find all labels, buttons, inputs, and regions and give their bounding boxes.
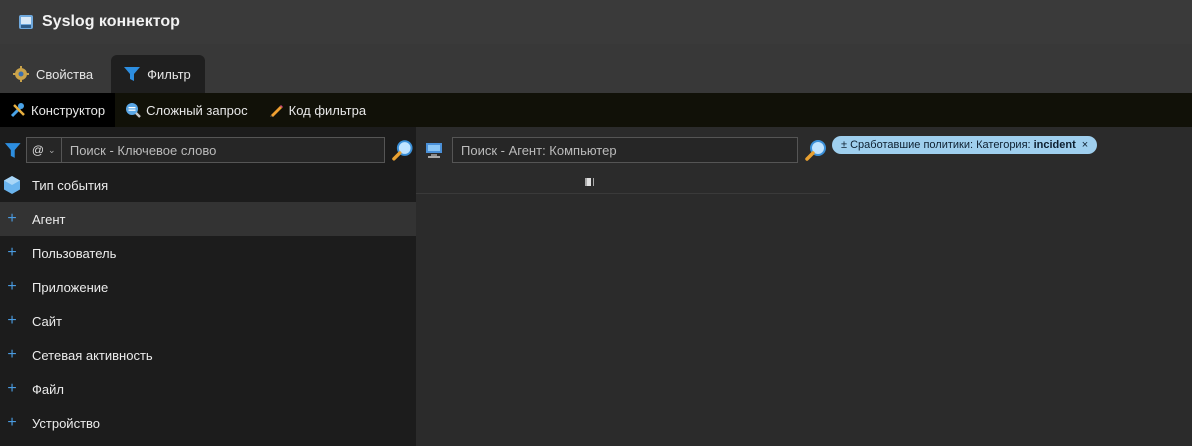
filter-code-button[interactable]: Код фильтра	[258, 93, 376, 127]
agent-search-row: Поиск - Агент: Компьютер	[416, 135, 830, 165]
tab-label: Фильтр	[147, 66, 191, 82]
plus-icon[interactable]: +	[2, 210, 22, 228]
pencil-icon	[269, 105, 283, 117]
log-app-icon	[19, 15, 33, 29]
funnel-icon	[124, 67, 141, 81]
window-title: Syslog коннектор	[42, 13, 180, 30]
tree-item-user[interactable]: + Пользователь	[0, 236, 416, 270]
tree-item-label: Устройство	[32, 415, 101, 431]
tree-item-agent[interactable]: + Агент	[0, 202, 416, 236]
tree-item-label: Тип события	[32, 177, 109, 193]
tree-item-label: Пользователь	[32, 245, 117, 261]
tree-item-event-type[interactable]: Тип события	[0, 168, 416, 202]
plus-icon[interactable]: +	[2, 414, 22, 432]
filter-chip-value: incident	[1033, 139, 1076, 151]
tree-item-device[interactable]: + Устройство	[0, 406, 416, 440]
plus-icon[interactable]: +	[2, 312, 22, 330]
magnifier-icon[interactable]	[804, 137, 830, 163]
query-search-icon	[126, 103, 142, 118]
keyword-search-row: @ ⌄ Поиск - Ключевое слово	[0, 135, 416, 165]
column-resize-handle[interactable]	[585, 177, 595, 187]
title-bar: Syslog коннектор	[0, 0, 1192, 44]
wrench-tools-icon	[10, 103, 25, 118]
tree-item-application[interactable]: + Приложение	[0, 270, 416, 304]
tool-label: Сложный запрос	[146, 102, 248, 118]
tree-item-label: Сайт	[32, 313, 62, 329]
tree-item-label: Файл	[32, 381, 64, 397]
plus-icon[interactable]: +	[2, 278, 22, 296]
agent-search-input[interactable]: Поиск - Агент: Компьютер	[452, 137, 798, 163]
computer-icon	[426, 143, 442, 158]
plus-icon[interactable]: +	[2, 380, 22, 398]
search-mode-value: @	[31, 143, 45, 157]
field-tree: Тип события + Агент + Пользователь + При…	[0, 168, 416, 440]
tree-item-site[interactable]: + Сайт	[0, 304, 416, 338]
hexagon-icon	[4, 176, 20, 194]
complex-query-button[interactable]: Сложный запрос	[115, 93, 258, 127]
filter-toolbar: Конструктор Сложный запрос Код фильтра	[0, 93, 1192, 127]
tree-item-label: Приложение	[32, 279, 109, 295]
tree-item-file[interactable]: + Файл	[0, 372, 416, 406]
keyword-search-input[interactable]: Поиск - Ключевое слово	[60, 137, 385, 163]
tab-bar: Свойства Фильтр	[0, 44, 1192, 93]
tool-label: Конструктор	[31, 102, 106, 118]
tab-label: Свойства	[36, 66, 94, 82]
tree-item-network-activity[interactable]: + Сетевая активность	[0, 338, 416, 372]
plus-icon[interactable]: +	[2, 244, 22, 262]
magnifier-icon[interactable]	[391, 137, 416, 163]
constructor-button[interactable]: Конструктор	[0, 93, 116, 127]
tab-properties[interactable]: Свойства	[0, 55, 107, 93]
search-mode-select[interactable]: @ ⌄	[25, 137, 61, 163]
keyword-search-placeholder: Поиск - Ключевое слово	[69, 142, 217, 158]
results-header-divider	[416, 193, 830, 194]
funnel-icon[interactable]	[2, 139, 24, 161]
filter-chip-prefix: ± Сработавшие политики: Категория:	[841, 139, 1031, 151]
plus-icon[interactable]: +	[2, 346, 22, 364]
gear-icon	[13, 66, 29, 82]
agent-search-placeholder: Поиск - Агент: Компьютер	[461, 142, 617, 158]
close-icon[interactable]: ×	[1082, 139, 1088, 151]
active-filter-chip[interactable]: ± Сработавшие политики: Категория: incid…	[832, 136, 1098, 154]
chevron-down-icon: ⌄	[48, 144, 56, 155]
tab-filter[interactable]: Фильтр	[111, 55, 205, 93]
tool-label: Код фильтра	[288, 102, 367, 118]
tree-item-label: Агент	[32, 211, 66, 227]
tree-item-label: Сетевая активность	[32, 347, 153, 363]
